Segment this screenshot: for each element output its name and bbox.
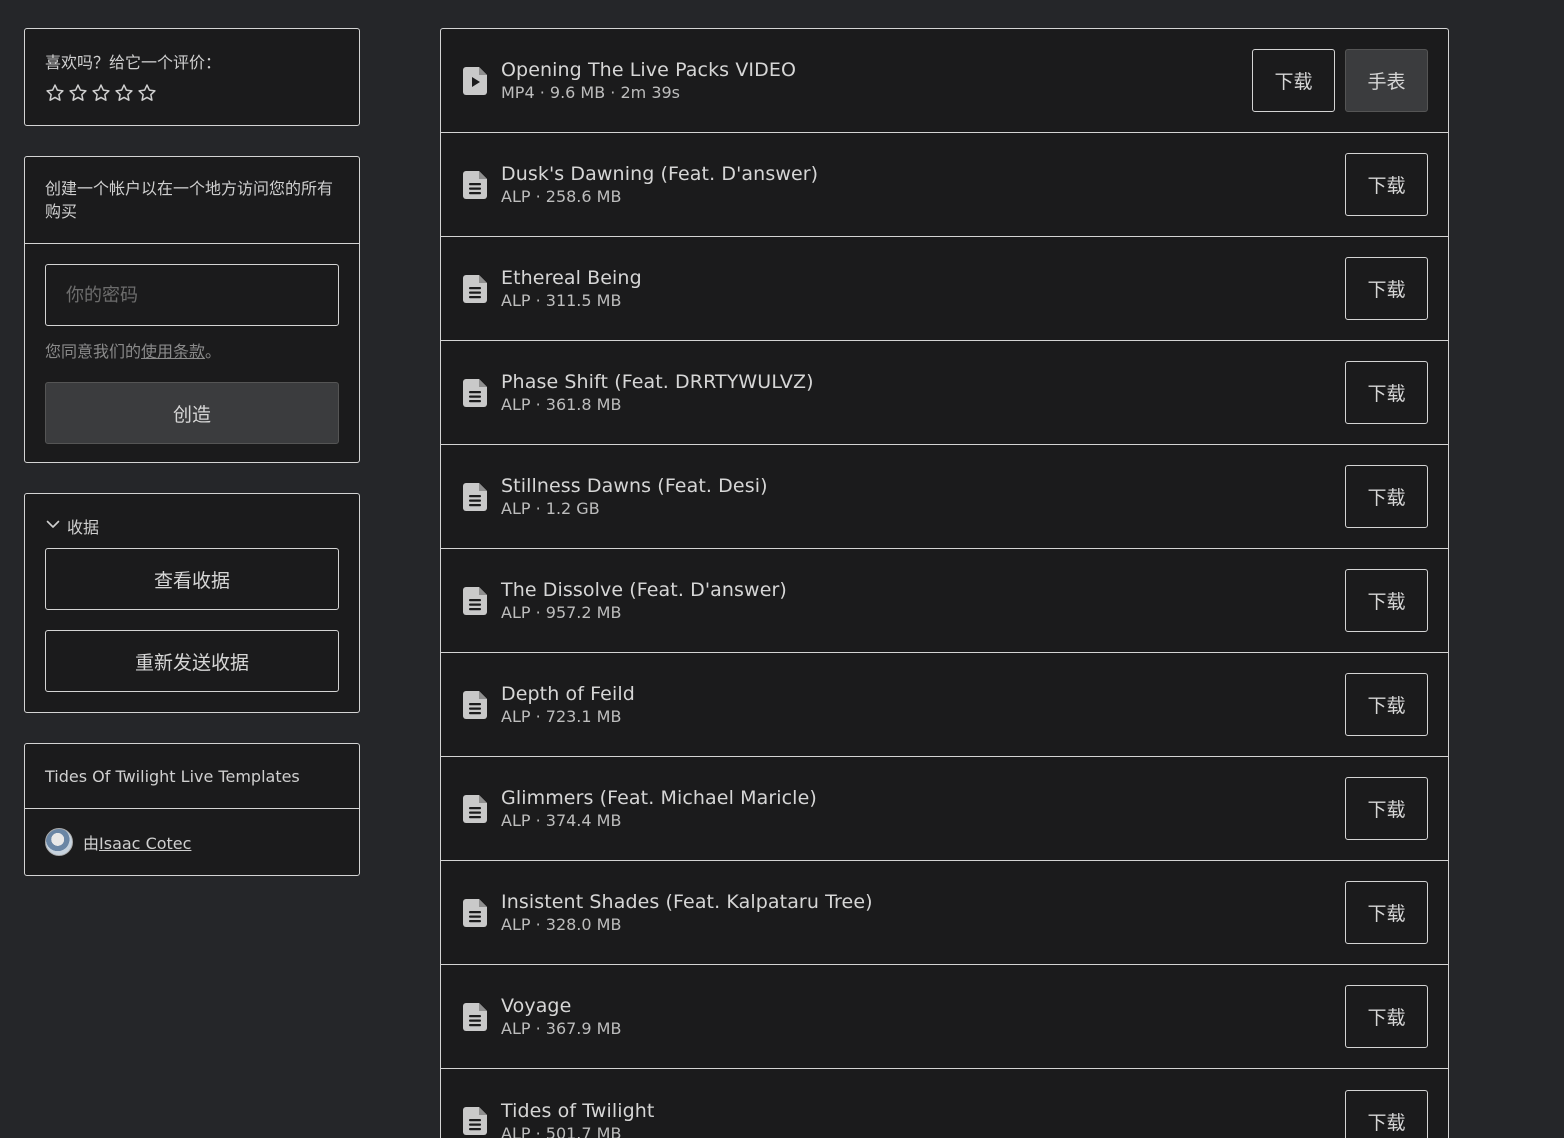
- document-file-icon: [463, 586, 489, 616]
- document-file-icon: [463, 482, 489, 512]
- document-file-icon: [463, 1106, 489, 1136]
- rating-prompt: 喜欢吗？给它一个评价：: [45, 53, 222, 72]
- file-row: Tides of Twilight ALP · 501.7 MB 下载: [441, 1069, 1448, 1138]
- file-row: Depth of Feild ALP · 723.1 MB 下载: [441, 653, 1448, 757]
- file-row: The Dissolve (Feat. D'answer) ALP · 957.2…: [441, 549, 1448, 653]
- file-title: Voyage: [501, 995, 572, 1017]
- creator-line: 由Isaac Cotec: [25, 809, 359, 875]
- file-row: Opening The Live Packs VIDEO MP4 · 9.6 MB…: [441, 29, 1448, 133]
- rating-stars: [45, 83, 339, 107]
- star-icon-1[interactable]: [45, 83, 65, 107]
- file-title: Glimmers (Feat. Michael Maricle): [501, 787, 817, 809]
- product-name: Tides Of Twilight Live Templates: [25, 744, 359, 809]
- file-meta: ALP · 311.5 MB: [501, 291, 622, 310]
- file-title: Phase Shift (Feat. DRRTYWULVZ): [501, 371, 814, 393]
- file-meta: ALP · 328.0 MB: [501, 915, 622, 934]
- file-meta: ALP · 1.2 GB: [501, 499, 600, 518]
- file-meta: ALP · 501.7 MB: [501, 1123, 622, 1138]
- terms-prefix: 您同意我们的: [45, 342, 142, 361]
- download-button[interactable]: 下载: [1345, 985, 1428, 1048]
- product-panel: Tides Of Twilight Live Templates 由Isaac …: [24, 743, 360, 876]
- file-title: Stillness Dawns (Feat. Desi): [501, 475, 768, 497]
- view-receipt-button[interactable]: 查看收据: [45, 548, 339, 610]
- file-meta: ALP · 957.2 MB: [501, 603, 622, 622]
- download-button[interactable]: 下载: [1345, 881, 1428, 944]
- creator-prefix: 由: [83, 834, 100, 853]
- file-meta: MP4 · 9.6 MB · 2m 39s: [501, 83, 681, 102]
- download-button[interactable]: 下载: [1345, 465, 1428, 528]
- download-button[interactable]: 下载: [1345, 1089, 1428, 1138]
- terms-suffix: 。: [205, 342, 222, 361]
- download-button[interactable]: 下载: [1252, 49, 1335, 112]
- document-file-icon: [463, 170, 489, 200]
- terms-notice: 您同意我们的使用条款。: [45, 338, 339, 362]
- download-button[interactable]: 下载: [1345, 257, 1428, 320]
- file-title: Dusk's Dawning (Feat. D'answer): [501, 163, 819, 185]
- file-row: Stillness Dawns (Feat. Desi) ALP · 1.2 GB…: [441, 445, 1448, 549]
- receipt-toggle[interactable]: 收据: [45, 514, 339, 538]
- file-row: Glimmers (Feat. Michael Maricle) ALP · 37…: [441, 757, 1448, 861]
- document-file-icon: [463, 898, 489, 928]
- receipt-toggle-label: 收据: [67, 518, 100, 537]
- password-input[interactable]: [45, 264, 339, 326]
- rating-panel: 喜欢吗？给它一个评价：: [24, 28, 360, 126]
- file-title: The Dissolve (Feat. D'answer): [501, 579, 787, 601]
- file-title: Insistent Shades (Feat. Kalpataru Tree): [501, 891, 873, 913]
- download-button[interactable]: 下载: [1345, 777, 1428, 840]
- chevron-down-icon: [45, 516, 61, 536]
- star-icon-5[interactable]: [137, 83, 157, 107]
- download-button[interactable]: 下载: [1345, 569, 1428, 632]
- file-meta: ALP · 367.9 MB: [501, 1019, 622, 1038]
- terms-of-use-link[interactable]: 使用条款: [141, 342, 205, 361]
- file-row: Phase Shift (Feat. DRRTYWULVZ) ALP · 361.…: [441, 341, 1448, 445]
- download-button[interactable]: 下载: [1345, 673, 1428, 736]
- download-button[interactable]: 下载: [1345, 361, 1428, 424]
- file-title: Tides of Twilight: [501, 1099, 655, 1122]
- file-row: Voyage ALP · 367.9 MB 下载: [441, 965, 1448, 1069]
- file-list: Opening The Live Packs VIDEO MP4 · 9.6 MB…: [440, 28, 1449, 1138]
- file-row: Ethereal Being ALP · 311.5 MB 下载: [441, 237, 1448, 341]
- document-file-icon: [463, 690, 489, 720]
- download-button[interactable]: 下载: [1345, 153, 1428, 216]
- watch-button[interactable]: 手表: [1345, 49, 1428, 112]
- file-meta: ALP · 374.4 MB: [501, 811, 622, 830]
- file-title: Opening The Live Packs VIDEO: [501, 59, 797, 81]
- file-meta: ALP · 361.8 MB: [501, 395, 622, 414]
- star-icon-4[interactable]: [114, 83, 134, 107]
- document-file-icon: [463, 794, 489, 824]
- document-file-icon: [463, 378, 489, 408]
- document-file-icon: [463, 1002, 489, 1032]
- file-row: Dusk's Dawning (Feat. D'answer) ALP · 258…: [441, 133, 1448, 237]
- avatar: [45, 828, 73, 856]
- create-account-panel: 创建一个帐户以在一个地方访问您的所有购买 您同意我们的使用条款。 创造: [24, 156, 360, 463]
- file-meta: ALP · 723.1 MB: [501, 707, 622, 726]
- resend-receipt-button[interactable]: 重新发送收据: [45, 630, 339, 692]
- file-row: Insistent Shades (Feat. Kalpataru Tree) A…: [441, 861, 1448, 965]
- file-title: Depth of Feild: [501, 683, 635, 705]
- creator-link[interactable]: Isaac Cotec: [99, 834, 191, 853]
- file-meta: ALP · 258.6 MB: [501, 187, 622, 206]
- document-file-icon: [463, 274, 489, 304]
- create-account-button[interactable]: 创造: [45, 382, 339, 444]
- create-account-message: 创建一个帐户以在一个地方访问您的所有购买: [25, 157, 359, 244]
- receipt-panel: 收据 查看收据 重新发送收据: [24, 493, 360, 713]
- file-title: Ethereal Being: [501, 267, 642, 289]
- star-icon-2[interactable]: [68, 83, 88, 107]
- star-icon-3[interactable]: [91, 83, 111, 107]
- video-file-icon: [463, 66, 489, 96]
